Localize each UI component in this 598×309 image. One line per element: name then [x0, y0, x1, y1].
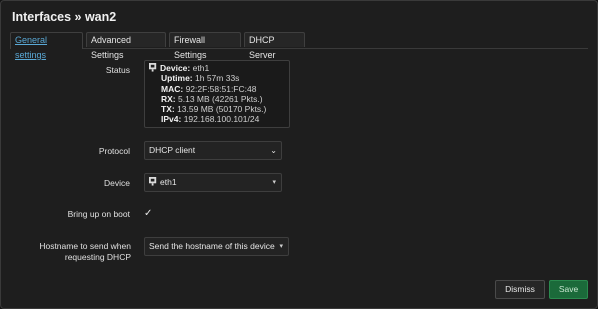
hostname-label-line2: requesting DHCP	[64, 252, 131, 262]
caret-down-icon: ▾	[279, 243, 283, 250]
status-mac-value: 92:2F:58:51:FC:48	[185, 83, 257, 94]
status-uptime-key: Uptime:	[161, 73, 193, 84]
status-tx-key: TX:	[161, 104, 175, 115]
status-mac-key: MAC:	[161, 83, 184, 94]
dismiss-button[interactable]: Dismiss	[495, 280, 545, 299]
status-device-value: eth1	[192, 63, 210, 73]
status-rx-key: RX:	[161, 93, 176, 104]
tab-bar: General settings Advanced Settings Firew…	[10, 32, 588, 60]
tab-dhcp-server[interactable]: DHCP Server	[244, 32, 305, 60]
bringup-label: Bring up on boot	[67, 209, 130, 219]
hostname-select[interactable]: Send the hostname of this device ▾	[144, 237, 289, 256]
status-label: Status	[105, 65, 130, 75]
ethernet-port-icon	[149, 177, 157, 186]
device-select-value: eth1	[160, 177, 177, 187]
tab-firewall-settings[interactable]: Firewall Settings	[169, 32, 241, 60]
device-select[interactable]: eth1 ▾	[144, 173, 282, 192]
hostname-label-line1: Hostname to send when	[39, 241, 131, 251]
ethernet-port-icon	[149, 63, 157, 72]
status-uptime-value: 1h 57m 33s	[195, 73, 240, 84]
interface-dialog: Interfaces » wan2 General settings Advan…	[0, 0, 598, 309]
hostname-select-value: Send the hostname of this device	[149, 241, 275, 251]
caret-down-icon: ▾	[272, 179, 276, 186]
protocol-select[interactable]: DHCP client ⌄	[144, 141, 282, 160]
bringup-checkbox[interactable]: ✓	[144, 209, 154, 219]
status-ipv4-key: IPv4:	[161, 114, 182, 125]
status-tx-value: 13.59 MB (50170 Pkts.)	[177, 104, 267, 115]
hostname-label: Hostname to send when requesting DHCP	[21, 241, 131, 263]
protocol-select-value: DHCP client	[149, 145, 196, 155]
protocol-label: Protocol	[98, 146, 130, 156]
device-label: Device	[104, 178, 130, 188]
tab-general-settings[interactable]: General settings	[10, 32, 83, 60]
dialog-title: Interfaces » wan2	[12, 10, 117, 24]
status-rx-value: 5.13 MB (42261 Pkts.)	[178, 93, 263, 104]
chevron-down-icon: ⌄	[270, 146, 277, 155]
save-button[interactable]: Save	[549, 280, 588, 299]
status-device-key: Device:	[160, 63, 191, 73]
status-ipv4-value: 192.168.100.101/24	[183, 114, 260, 125]
tab-advanced-settings[interactable]: Advanced Settings	[86, 32, 166, 60]
status-box: Device: eth1 Uptime: 1h 57m 33s MAC: 92:…	[144, 60, 290, 128]
